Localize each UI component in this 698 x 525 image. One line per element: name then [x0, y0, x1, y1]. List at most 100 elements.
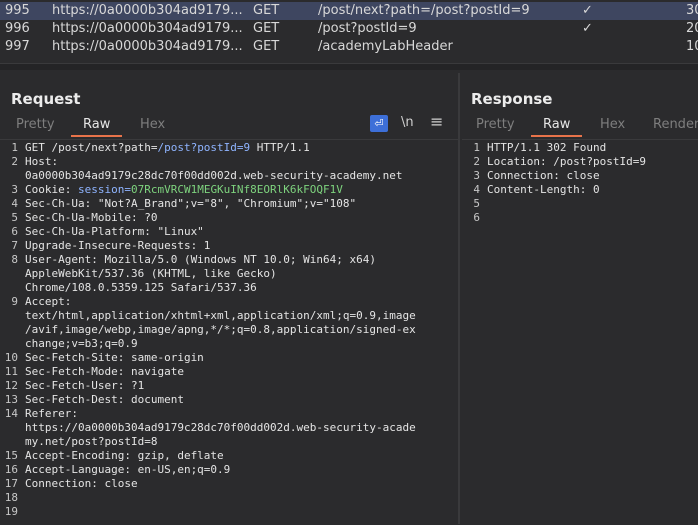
line-number: 4 — [11, 197, 18, 210]
line-number: 7 — [11, 239, 18, 252]
history-row[interactable]: 996 https://0a0000b304ad9179... GET /pos… — [0, 20, 698, 38]
row-host: https://0a0000b304ad9179... — [52, 39, 242, 54]
tab-raw[interactable]: Raw — [70, 117, 123, 137]
line-text: Upgrade-Insecure-Requests: 1 — [25, 239, 210, 253]
token: Sec-Fetch-Dest: document — [25, 393, 184, 406]
line-text: Sec-Ch-Ua-Mobile: ?0 — [25, 211, 157, 225]
line-text: Content-Length: 0 — [487, 183, 600, 197]
token: session= — [77, 183, 131, 196]
token: AppleWebKit/537.36 (KHTML, like Gecko) — [25, 267, 277, 280]
response-panel: Response Pretty Raw Hex Render 1 HTTP/1.1… — [462, 73, 698, 524]
token: text/html,application/xhtml+xml,applicat… — [25, 309, 416, 322]
row-url: /post?postId=9 — [318, 21, 417, 36]
tab-hex[interactable]: Hex — [140, 117, 165, 132]
line-number: 2 — [11, 155, 18, 168]
token: Chrome/108.0.5359.125 Safari/537.36 — [25, 281, 257, 294]
token: Connection: close — [25, 477, 138, 490]
token: 07RcmVRCW1MEGKuINf8EORlK6kFOQF1V — [130, 183, 343, 196]
line-text: Location: /post?postId=9 — [487, 155, 646, 169]
response-editor[interactable]: 1 HTTP/1.1 302 Found 2 Location: /post?post… — [462, 139, 698, 525]
line-text: Sec-Fetch-Dest: document — [25, 393, 184, 407]
tab-render[interactable]: Render — [653, 117, 698, 132]
row-status: 30 — [686, 3, 698, 18]
line-text: Chrome/108.0.5359.125 Safari/537.36 — [25, 281, 257, 295]
token: Referer: — [25, 407, 78, 420]
line-text: AppleWebKit/537.36 (KHTML, like Gecko) — [25, 267, 277, 281]
token: Accept-Language: en-US,en;q=0.9 — [25, 463, 231, 476]
row-url: /academyLabHeader — [318, 39, 453, 54]
line-number: 17 — [4, 477, 18, 490]
request-editor[interactable]: 1 GET /post/next?path=/post?postId=9 HTTP… — [0, 139, 458, 525]
line-number: 6 — [473, 211, 480, 224]
token: Host: — [25, 155, 59, 168]
line-text: https://0a0000b304ad9179c28dc70f00dd002d… — [25, 421, 416, 435]
line-number: 10 — [4, 351, 18, 364]
token: User-Agent: Mozilla/5.0 (Windows NT 10.0… — [25, 253, 376, 266]
history-row[interactable]: 995 https://0a0000b304ad9179... GET /pos… — [0, 2, 698, 20]
row-number: 996 — [5, 21, 30, 36]
menu-icon[interactable]: ≡ — [430, 112, 443, 131]
token: Sec-Ch-Ua: "Not?A_Brand";v="8", "Chromiu… — [25, 197, 357, 210]
row-method: GET — [253, 39, 280, 54]
token: change;v=b3;q=0.9 — [25, 337, 138, 350]
horizontal-scrollbar[interactable] — [0, 63, 698, 70]
line-number: 3 — [473, 169, 480, 182]
line-text: my.net/post?postId=8 — [25, 435, 157, 449]
row-status: 20 — [686, 21, 698, 36]
line-number: 13 — [4, 393, 18, 406]
request-tabs: Pretty Raw Hex — [0, 117, 458, 139]
request-panel: Request Pretty Raw Hex ⏎ \n ≡ 1 GET /post… — [0, 73, 460, 524]
line-text: HTTP/1.1 302 Found — [487, 141, 606, 155]
request-title: Request — [11, 90, 81, 108]
line-number: 18 — [4, 491, 18, 504]
tab-pretty[interactable]: Pretty — [476, 117, 515, 132]
line-text: Accept-Encoding: gzip, deflate — [25, 449, 224, 463]
line-number: 12 — [4, 379, 18, 392]
line-number: 15 — [4, 449, 18, 462]
line-number: 2 — [473, 155, 480, 168]
token: 0a0000b304ad9179c28dc70f00dd002d.web-sec… — [25, 169, 403, 182]
row-number: 997 — [5, 39, 30, 54]
line-number: 6 — [11, 225, 18, 238]
line-number: 11 — [4, 365, 18, 378]
token: Sec-Fetch-User: ?1 — [25, 379, 145, 392]
token: Accept-Encoding: gzip, deflate — [25, 449, 224, 462]
line-text: Sec-Ch-Ua-Platform: "Linux" — [25, 225, 204, 239]
tab-hex[interactable]: Hex — [600, 117, 625, 132]
token: my.net/post?postId=8 — [25, 435, 158, 448]
line-text: 0a0000b304ad9179c28dc70f00dd002d.web-sec… — [25, 169, 403, 183]
token: Cookie: — [25, 183, 78, 196]
line-number: 8 — [11, 253, 18, 266]
line-text: Accept: — [25, 295, 71, 309]
line-text: Sec-Ch-Ua: "Not?A_Brand";v="8", "Chromiu… — [25, 197, 356, 211]
line-number: 3 — [11, 183, 18, 196]
row-params-check-icon: ✓ — [582, 21, 593, 36]
token: Sec-Ch-Ua-Mobile: ?0 — [25, 211, 158, 224]
token: Content-Length: 0 — [487, 183, 600, 196]
proxy-history-table: 995 https://0a0000b304ad9179... GET /pos… — [0, 0, 698, 70]
token: Accept: — [25, 295, 72, 308]
line-number: 14 — [4, 407, 18, 420]
token: HTTP/1.1 — [250, 141, 310, 154]
line-text: Cookie: session=07RcmVRCW1MEGKuINf8EORlK… — [25, 183, 343, 197]
line-text: Host: — [25, 155, 58, 169]
row-status: 10 — [686, 39, 698, 54]
token: Upgrade-Insecure-Requests: 1 — [25, 239, 211, 252]
row-method: GET — [253, 3, 280, 18]
line-text: /avif,image/webp,image/apng,*/*;q=0.8,ap… — [25, 323, 416, 337]
token: Sec-Fetch-Site: same-origin — [25, 351, 204, 364]
row-params-check-icon: ✓ — [582, 3, 593, 18]
line-number: 9 — [11, 295, 18, 308]
row-host: https://0a0000b304ad9179... — [52, 3, 242, 18]
show-newlines-icon[interactable]: \n — [401, 115, 414, 130]
history-row[interactable]: 997 https://0a0000b304ad9179... GET /aca… — [0, 38, 698, 56]
wrap-lines-icon[interactable]: ⏎ — [370, 115, 388, 132]
line-number: 5 — [473, 197, 480, 210]
tab-pretty[interactable]: Pretty — [16, 117, 55, 132]
line-text: GET /post/next?path=/post?postId=9 HTTP/… — [25, 141, 310, 155]
line-number: 1 — [473, 141, 480, 154]
token: Sec-Fetch-Mode: navigate — [25, 365, 184, 378]
line-number: 16 — [4, 463, 18, 476]
line-text: Sec-Fetch-User: ?1 — [25, 379, 144, 393]
tab-raw[interactable]: Raw — [530, 117, 583, 137]
